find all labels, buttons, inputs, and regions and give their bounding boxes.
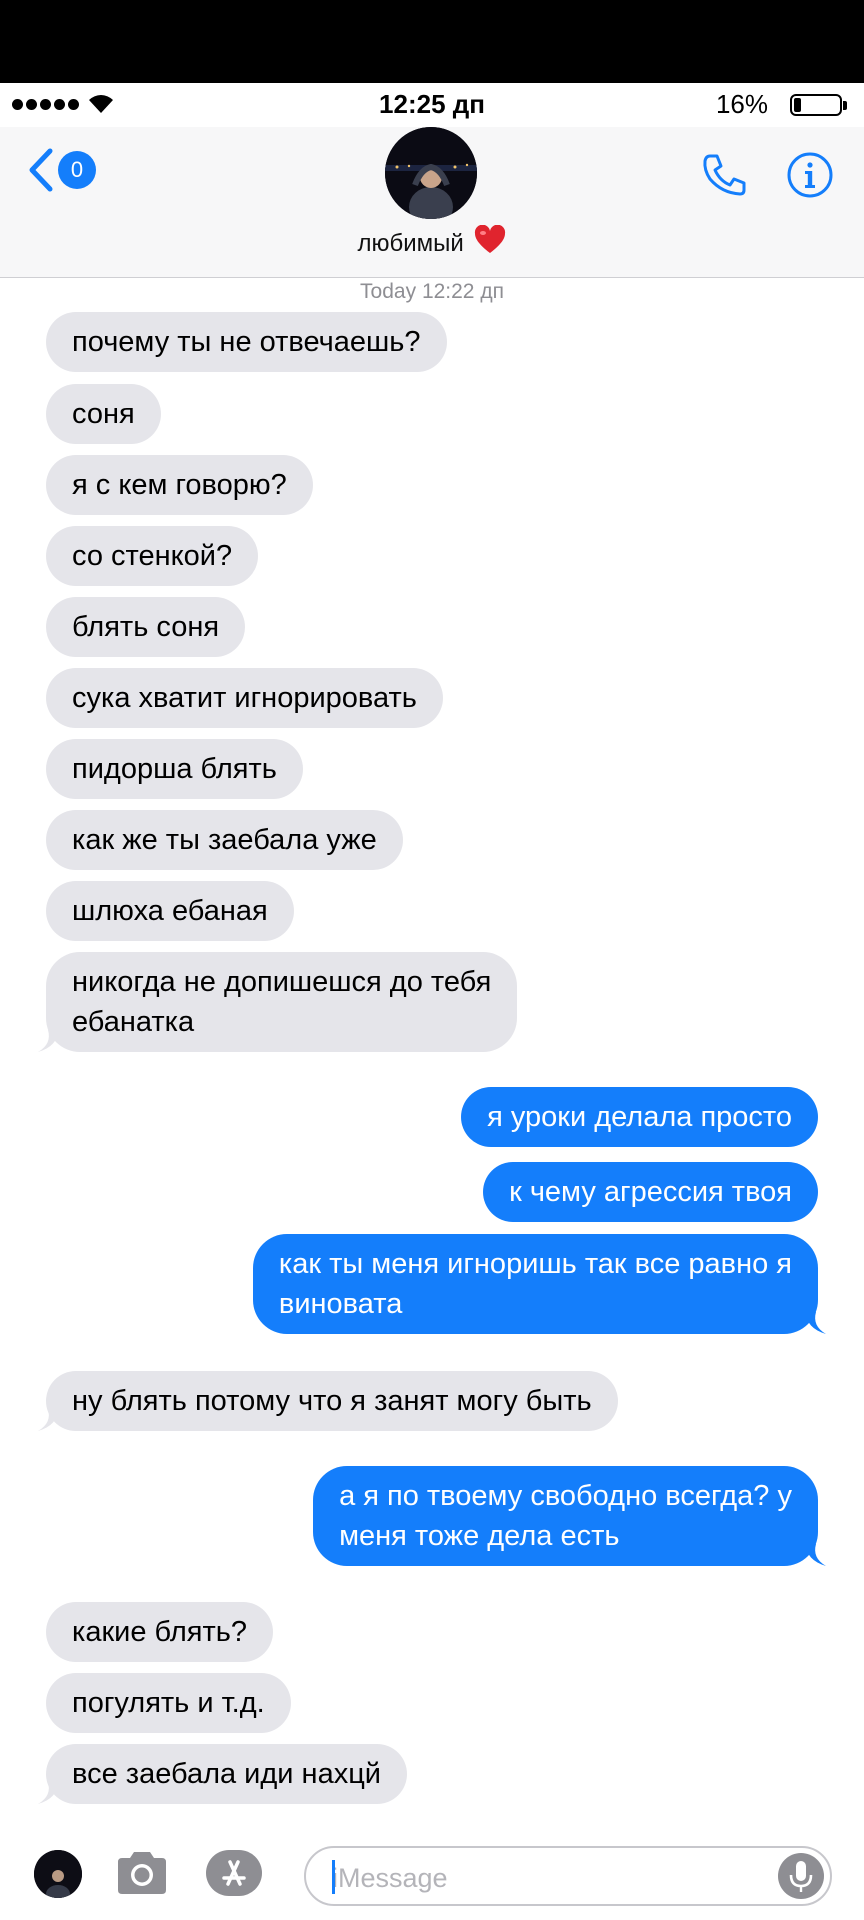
avatar-photo — [34, 1850, 82, 1898]
bubble-tail — [806, 1544, 826, 1566]
outgoing-message-bubble[interactable]: к чему агрессия твоя — [483, 1162, 818, 1222]
message-text: какие блять? — [72, 1616, 247, 1648]
incoming-message-bubble[interactable]: соня — [46, 384, 161, 444]
message-text-line: а я по твоему свободно всегда? у — [339, 1480, 792, 1512]
dictation-button[interactable] — [778, 1853, 824, 1899]
incoming-message-bubble[interactable]: блять соня — [46, 597, 246, 657]
top-black-bar — [0, 0, 864, 83]
incoming-message-bubble[interactable]: ну блять потому что я занят могу быть — [38, 1371, 618, 1431]
battery-percent: 16% — [715, 89, 768, 119]
message-text: почему ты не отвечаешь? — [72, 326, 421, 358]
message-input-field[interactable] — [304, 1846, 832, 1906]
timestamp-time: 12:22 дп — [421, 280, 504, 303]
message-input[interactable] — [330, 1858, 754, 1898]
contact-photo — [385, 127, 477, 219]
back-button[interactable]: 0 — [28, 145, 98, 193]
outgoing-message-bubble[interactable]: как ты меня игноришь так все равно я вин… — [252, 1234, 826, 1334]
compose-bar — [0, 1838, 864, 1920]
message-text-line: виновата — [278, 1288, 403, 1320]
conversation-header: 0 любимый — [0, 127, 864, 278]
message-text: со стенкой? — [72, 540, 233, 572]
message-text: я уроки делала просто — [487, 1101, 792, 1133]
text-cursor — [332, 1860, 335, 1894]
message-text: к чему агрессия твоя — [509, 1176, 792, 1208]
message-text: соня — [72, 398, 135, 430]
incoming-message-bubble[interactable]: сука хватит игнорировать — [46, 668, 443, 728]
message-text: погулять и т.д. — [72, 1687, 265, 1719]
unread-count-badge: 0 — [58, 151, 96, 189]
bubble-tail — [806, 1312, 826, 1334]
message-text-line: никогда не допишешся до тебя — [72, 966, 492, 998]
message-text: шлюха ебаная — [72, 895, 268, 927]
chevron-left-icon — [29, 148, 53, 192]
message-text: сука хватит игнорировать — [72, 682, 417, 714]
message-text: все заебала иди нахцй — [72, 1758, 382, 1790]
bubble-tail — [38, 1409, 58, 1431]
app-store-icon — [222, 1860, 246, 1886]
contact-avatar[interactable] — [385, 127, 477, 219]
bubble-tail — [38, 1782, 58, 1804]
message-text-line: ебанатка — [72, 1006, 195, 1038]
timestamp-day: Today — [360, 280, 417, 303]
memoji-avatar-button[interactable] — [34, 1850, 82, 1898]
phone-call-icon[interactable] — [700, 151, 748, 199]
incoming-message-bubble[interactable]: погулять и т.д. — [46, 1673, 291, 1733]
app-store-button[interactable] — [206, 1850, 262, 1896]
incoming-message-bubble[interactable]: как же ты заебала уже — [46, 810, 403, 870]
info-icon[interactable] — [786, 151, 834, 199]
outgoing-message-bubble[interactable]: я уроки делала просто — [461, 1087, 818, 1147]
incoming-message-bubble[interactable]: все заебала иди нахцй — [38, 1744, 408, 1804]
incoming-message-bubble[interactable]: почему ты не отвечаешь? — [46, 312, 447, 372]
message-timestamp: Today 12:22 дп — [0, 280, 864, 304]
message-text-line: как ты меня игноришь так все равно я — [278, 1248, 792, 1280]
incoming-message-bubble[interactable]: никогда не допишешся до тебя ебанатка — [38, 952, 518, 1052]
message-text: ну блять потому что я занят могу быть — [72, 1385, 592, 1417]
incoming-message-bubble[interactable]: пидорша блять — [46, 739, 303, 799]
message-text-line: меня тоже дела есть — [339, 1520, 620, 1552]
message-text: как же ты заебала уже — [72, 824, 377, 856]
battery-icon — [790, 94, 848, 118]
contact-name-text: любимый — [357, 230, 464, 257]
message-text: я с кем говорю? — [72, 469, 287, 501]
incoming-message-bubble[interactable]: шлюха ебаная — [46, 881, 294, 941]
microphone-icon — [789, 1861, 813, 1892]
incoming-message-bubble[interactable]: со стенкой? — [46, 526, 259, 586]
status-bar: 12:25 дп 16% — [0, 83, 864, 127]
outgoing-message-bubble[interactable]: а я по твоему свободно всегда? у меня то… — [313, 1466, 826, 1566]
message-text: блять соня — [72, 611, 220, 643]
incoming-message-bubble[interactable]: какие блять? — [46, 1602, 273, 1662]
message-text: пидорша блять — [72, 753, 277, 785]
incoming-message-bubble[interactable]: я с кем говорю? — [46, 455, 313, 515]
bubble-tail — [38, 1030, 58, 1052]
heart-icon — [475, 225, 506, 253]
contact-name[interactable]: любимый — [0, 225, 864, 258]
camera-icon[interactable] — [114, 1850, 170, 1896]
